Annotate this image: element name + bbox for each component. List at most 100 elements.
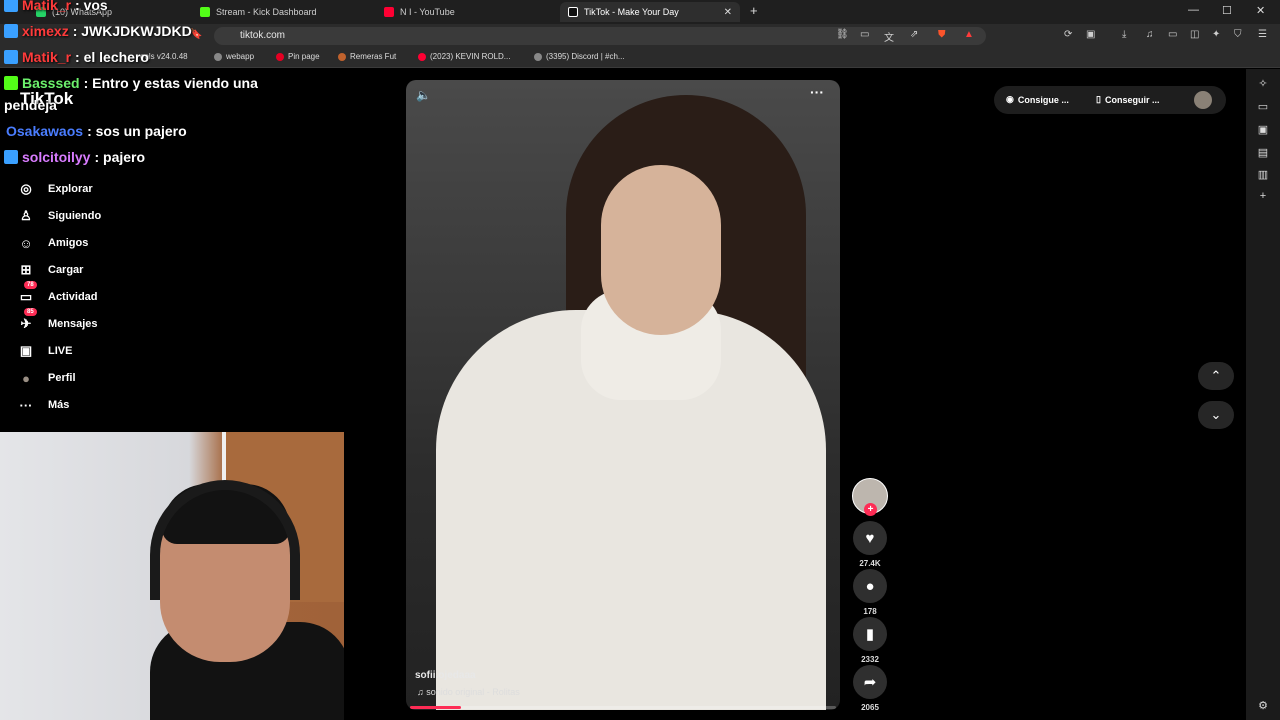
- music-icon[interactable]: ♫: [1146, 29, 1154, 40]
- nav-siguiendo[interactable]: ♙ Siguiendo: [18, 208, 101, 224]
- chat-badge-icon: [4, 0, 18, 12]
- new-tab-button[interactable]: +: [750, 3, 758, 18]
- chat-message: Basssed : Entro y estas viendo una: [4, 75, 258, 91]
- wallet-sidebar-icon[interactable]: ▣: [1256, 123, 1270, 137]
- chat-username: ximexz: [22, 23, 69, 39]
- wallet-icon[interactable]: ▣: [1086, 29, 1095, 40]
- chat-badge-icon: [4, 76, 18, 90]
- settings-gear-icon[interactable]: ⚙: [1256, 699, 1270, 713]
- live-icon: ▣: [19, 343, 33, 358]
- tab-tiktok[interactable]: TikTok - Make Your Day ✕: [560, 2, 740, 22]
- nav-mas[interactable]: ··· Más: [18, 397, 70, 413]
- brave-rewards-icon[interactable]: ▲: [964, 29, 974, 40]
- close-window-button[interactable]: ✕: [1256, 4, 1265, 17]
- nav-live[interactable]: ▣ LIVE: [18, 343, 73, 359]
- more-options-icon[interactable]: ···: [810, 84, 824, 100]
- shirt-icon: [338, 52, 346, 61]
- heart-icon[interactable]: ♥: [853, 521, 887, 555]
- chat-message: Matik_r : el lechero: [4, 49, 149, 65]
- video-frame: [601, 165, 721, 335]
- minimize-button[interactable]: —: [1188, 4, 1199, 16]
- nav-amigos[interactable]: ☺ Amigos: [18, 235, 88, 251]
- history-sidebar-icon[interactable]: ▥: [1256, 168, 1270, 182]
- get-coins-button[interactable]: ◉ Consigue ...: [1006, 94, 1069, 105]
- chat-username: Osakawaos: [6, 123, 84, 139]
- bookmark-icon[interactable]: ▮: [853, 617, 887, 651]
- maximize-button[interactable]: ☐: [1222, 4, 1232, 17]
- chat-text: : vos: [75, 0, 108, 13]
- chat-username: Matik_r: [22, 49, 72, 65]
- bookmark-action[interactable]: ▮ 2332: [852, 617, 888, 664]
- get-app-button[interactable]: ▯ Conseguir ...: [1096, 94, 1159, 105]
- compass-icon: ◎: [20, 181, 32, 196]
- wallet-icon-2[interactable]: ◫: [1190, 29, 1199, 40]
- add-panel-icon[interactable]: +: [1256, 190, 1270, 204]
- leo-ai-icon[interactable]: ✦: [1212, 29, 1220, 40]
- chat-text: : sos un pajero: [87, 123, 187, 139]
- chat-message: pendeja: [4, 97, 57, 113]
- share-action[interactable]: ➦ 2065: [852, 665, 888, 712]
- nav-cargar[interactable]: ⊞ Cargar: [18, 262, 84, 278]
- messages-badge: 85: [24, 308, 37, 316]
- download-icon[interactable]: ⤓: [1122, 29, 1126, 40]
- bookmark-item[interactable]: webapp: [214, 52, 254, 61]
- bookmark-item[interactable]: (2023) KEVIN ROLD...: [418, 52, 510, 61]
- previous-video-button[interactable]: ⌃: [1198, 362, 1234, 390]
- video-sound[interactable]: ♫ sonido original - Rolitas: [417, 687, 520, 697]
- tab-kick-dashboard[interactable]: Stream - Kick Dashboard: [192, 2, 372, 22]
- globe-icon: [214, 52, 222, 61]
- screen-cast-icon[interactable]: ▭: [860, 29, 869, 40]
- volume-icon[interactable]: 🔈: [416, 88, 431, 102]
- next-video-button[interactable]: ⌄: [1198, 401, 1234, 429]
- browser-sidebar: ✧ ▭ ▣ ▤ ▥ + ⚙: [1246, 69, 1280, 720]
- youtube-icon: [384, 7, 394, 17]
- bookmark-item[interactable]: (3395) Discord | #ch...: [534, 52, 625, 61]
- chat-message: Osakawaos : sos un pajero: [6, 123, 187, 139]
- video-author[interactable]: sofii.ojedaaa: [415, 670, 476, 681]
- chat-message: solcitoilyy : pajero: [4, 149, 145, 165]
- kick-icon: [200, 7, 210, 17]
- sidebar-toggle-icon[interactable]: ⟳: [1064, 29, 1072, 40]
- brave-shield-icon[interactable]: ⛊: [938, 29, 946, 40]
- url-field[interactable]: tiktok.com: [214, 27, 986, 45]
- nav-explorar[interactable]: ◎ Explorar: [18, 181, 92, 197]
- coin-icon: ◉: [1006, 94, 1014, 104]
- nav-actividad[interactable]: ▭ 78 Actividad: [18, 281, 98, 305]
- follow-plus-icon[interactable]: +: [864, 503, 877, 516]
- youtube-icon: [418, 52, 426, 61]
- bookmarks-sidebar-icon[interactable]: ▤: [1256, 146, 1270, 160]
- reading-list-icon[interactable]: ▭: [1256, 100, 1270, 114]
- extension-icon[interactable]: ⛓: [836, 29, 849, 40]
- tab-title: Stream - Kick Dashboard: [216, 7, 317, 17]
- bookmark-item[interactable]: Remeras Fut: [338, 52, 396, 61]
- pinterest-icon: [276, 52, 284, 61]
- nav-perfil[interactable]: ● Perfil: [18, 370, 75, 386]
- activity-badge: 78: [24, 281, 37, 289]
- reader-icon[interactable]: ▭: [1168, 29, 1177, 40]
- share-icon[interactable]: ⇗: [910, 29, 918, 40]
- video-player[interactable]: 🔈 ··· sofii.ojedaaa ♫ sonido original - …: [406, 80, 840, 710]
- like-action[interactable]: ♥ 27.4K: [852, 521, 888, 568]
- chat-text: : JWKJDKWJDKD: [72, 23, 192, 39]
- translate-icon[interactable]: 文: [884, 29, 894, 44]
- comment-icon[interactable]: ●: [853, 569, 887, 603]
- more-icon: ···: [19, 397, 33, 413]
- creator-avatar[interactable]: +: [852, 478, 888, 516]
- profile-avatar-icon: ●: [22, 370, 30, 386]
- menu-icon[interactable]: ☰: [1258, 29, 1267, 40]
- browser-tab-bar: (10) WhatsApp Stream - Kick Dashboard N …: [0, 0, 1280, 24]
- video-progress-bar[interactable]: [410, 706, 836, 709]
- tab-youtube[interactable]: N I - YouTube: [376, 2, 556, 22]
- vpn-icon[interactable]: ⛉: [1234, 29, 1242, 40]
- comment-action[interactable]: ● 178: [852, 569, 888, 616]
- share-icon[interactable]: ➦: [853, 665, 887, 699]
- chat-username: solcitoilyy: [22, 149, 91, 165]
- leo-icon[interactable]: ✧: [1256, 77, 1270, 91]
- close-tab-icon[interactable]: ✕: [724, 7, 732, 18]
- chat-text: : pajero: [94, 149, 146, 165]
- nav-mensajes[interactable]: ✈ 85 Mensajes: [18, 308, 98, 332]
- chat-badge-icon: [4, 150, 18, 164]
- friends-icon: ☺: [19, 235, 33, 251]
- user-avatar[interactable]: [1194, 91, 1212, 109]
- bookmark-item[interactable]: Pin page: [276, 52, 320, 61]
